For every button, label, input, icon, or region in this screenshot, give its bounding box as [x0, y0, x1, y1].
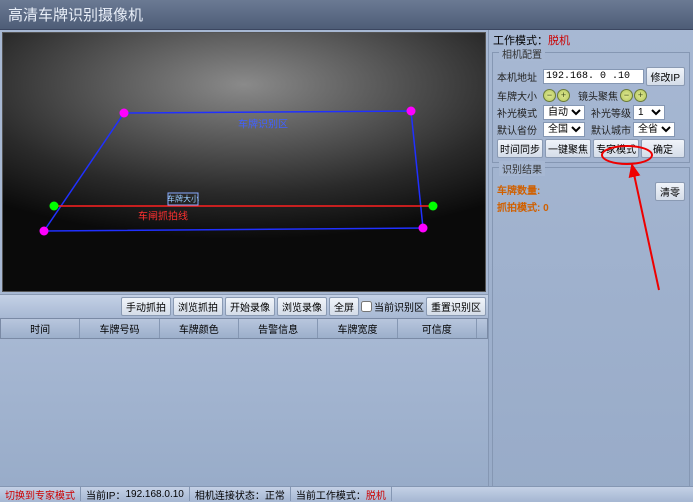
- video-preview[interactable]: 车牌识别区 车闸抓拍线 车牌大小: [2, 32, 486, 292]
- change-ip-button[interactable]: 修改IP: [646, 67, 685, 86]
- zone-handle-top-right[interactable]: [407, 107, 416, 116]
- main-area: 车牌识别区 车闸抓拍线 车牌大小 手动抓拍 浏览抓拍 开始录像 浏览录像 全屏 …: [0, 30, 693, 497]
- show-current-zone-checkbox[interactable]: 当前识别区: [361, 299, 424, 314]
- result-table-body[interactable]: [0, 339, 488, 497]
- col-color: 车牌颜色: [160, 319, 239, 338]
- lens-focus-spinner: − +: [620, 89, 647, 102]
- status-ip-value: 192.168.0.10: [125, 489, 183, 500]
- work-mode-value: 脱机: [548, 35, 570, 47]
- status-ip-cell: 当前IP：192.168.0.10: [81, 487, 190, 501]
- show-zone-label: 当前识别区: [374, 299, 424, 314]
- lens-focus-label: 镜头聚焦: [578, 88, 618, 103]
- light-level-select[interactable]: 1: [633, 105, 665, 120]
- result-group: 识别结果 清零 车牌数量: 抓拍模式: 0: [492, 167, 690, 495]
- col-spacer: [477, 319, 487, 338]
- line-handle-left[interactable]: [50, 202, 59, 211]
- default-prov-label: 默认省份: [497, 122, 541, 137]
- right-panel: 工作模式：脱机 相机配置 本机地址 修改IP 车牌大小 − + 镜头聚焦 − +: [488, 30, 693, 497]
- title-bar: 高清车牌识别摄像机: [0, 0, 693, 30]
- app-title: 高清车牌识别摄像机: [8, 7, 143, 24]
- light-mode-label: 补光模式: [497, 105, 541, 120]
- manual-snap-button[interactable]: 手动抓拍: [121, 297, 171, 316]
- zone-label: 车牌识别区: [238, 116, 288, 131]
- status-conn-value: 正常: [265, 487, 285, 502]
- col-alarm: 告警信息: [239, 319, 318, 338]
- browse-snap-button[interactable]: 浏览抓拍: [173, 297, 223, 316]
- clear-button[interactable]: 清零: [655, 182, 685, 201]
- status-mode-label: 当前工作模式：: [296, 487, 366, 502]
- line-handle-right[interactable]: [429, 202, 438, 211]
- lens-focus-plus-button[interactable]: +: [634, 89, 647, 102]
- col-conf: 可信度: [398, 319, 477, 338]
- one-key-focus-button[interactable]: 一键聚焦: [545, 139, 591, 158]
- zone-overlay: [3, 33, 485, 291]
- start-record-button[interactable]: 开始录像: [225, 297, 275, 316]
- zone-handle-bottom-right[interactable]: [419, 224, 428, 233]
- default-prov-select[interactable]: 全国: [543, 122, 585, 137]
- line-label: 车闸抓拍线: [138, 208, 188, 223]
- ip-label: 本机地址: [497, 69, 541, 84]
- show-zone-input[interactable]: [361, 301, 372, 312]
- plate-size-minus-button[interactable]: −: [543, 89, 556, 102]
- camera-config-group: 相机配置 本机地址 修改IP 车牌大小 − + 镜头聚焦 − + 补光模式: [492, 52, 690, 163]
- default-city-label: 默认城市: [591, 122, 631, 137]
- expert-mode-button[interactable]: 专家模式: [593, 139, 639, 158]
- light-level-label: 补光等级: [591, 105, 631, 120]
- browse-record-button[interactable]: 浏览录像: [277, 297, 327, 316]
- status-conn-label: 相机连接状态：: [195, 487, 265, 502]
- result-table-header: 时间 车牌号码 车牌颜色 告警信息 车牌宽度 可信度: [0, 318, 488, 339]
- video-toolbar: 手动抓拍 浏览抓拍 开始录像 浏览录像 全屏 当前识别区 重置识别区: [0, 294, 488, 318]
- zone-handle-bottom-left[interactable]: [40, 227, 49, 236]
- size-label: 车牌大小: [167, 194, 199, 205]
- status-ip-label: 当前IP：: [86, 487, 125, 502]
- light-mode-select[interactable]: 自动: [543, 105, 585, 120]
- col-width: 车牌宽度: [318, 319, 397, 338]
- stat-line-2: 抓拍模式: 0: [497, 199, 685, 214]
- col-time: 时间: [1, 319, 80, 338]
- lens-focus-minus-button[interactable]: −: [620, 89, 633, 102]
- status-conn-cell: 相机连接状态：正常: [190, 487, 291, 501]
- zone-handle-top-left[interactable]: [120, 109, 129, 118]
- status-mode-value: 脱机: [366, 487, 386, 502]
- plate-size-label: 车牌大小: [497, 88, 541, 103]
- plate-size-plus-button[interactable]: +: [557, 89, 570, 102]
- status-mode-cell: 当前工作模式：脱机: [291, 487, 392, 501]
- col-plate: 车牌号码: [80, 319, 159, 338]
- time-sync-button[interactable]: 时间同步: [497, 139, 543, 158]
- ip-input[interactable]: [543, 69, 644, 84]
- confirm-button[interactable]: 确定: [641, 139, 685, 158]
- left-panel: 车牌识别区 车闸抓拍线 车牌大小 手动抓拍 浏览抓拍 开始录像 浏览录像 全屏 …: [0, 30, 488, 497]
- result-group-title: 识别结果: [499, 161, 545, 176]
- default-city-select[interactable]: 全省: [633, 122, 675, 137]
- fullscreen-button[interactable]: 全屏: [329, 297, 359, 316]
- status-switch-expert: 切换到专家模式: [0, 487, 81, 501]
- camera-config-title: 相机配置: [499, 46, 545, 61]
- reset-zone-button[interactable]: 重置识别区: [426, 297, 486, 316]
- status-bar: 切换到专家模式 当前IP：192.168.0.10 相机连接状态：正常 当前工作…: [0, 486, 693, 501]
- plate-size-spinner: − +: [543, 89, 570, 102]
